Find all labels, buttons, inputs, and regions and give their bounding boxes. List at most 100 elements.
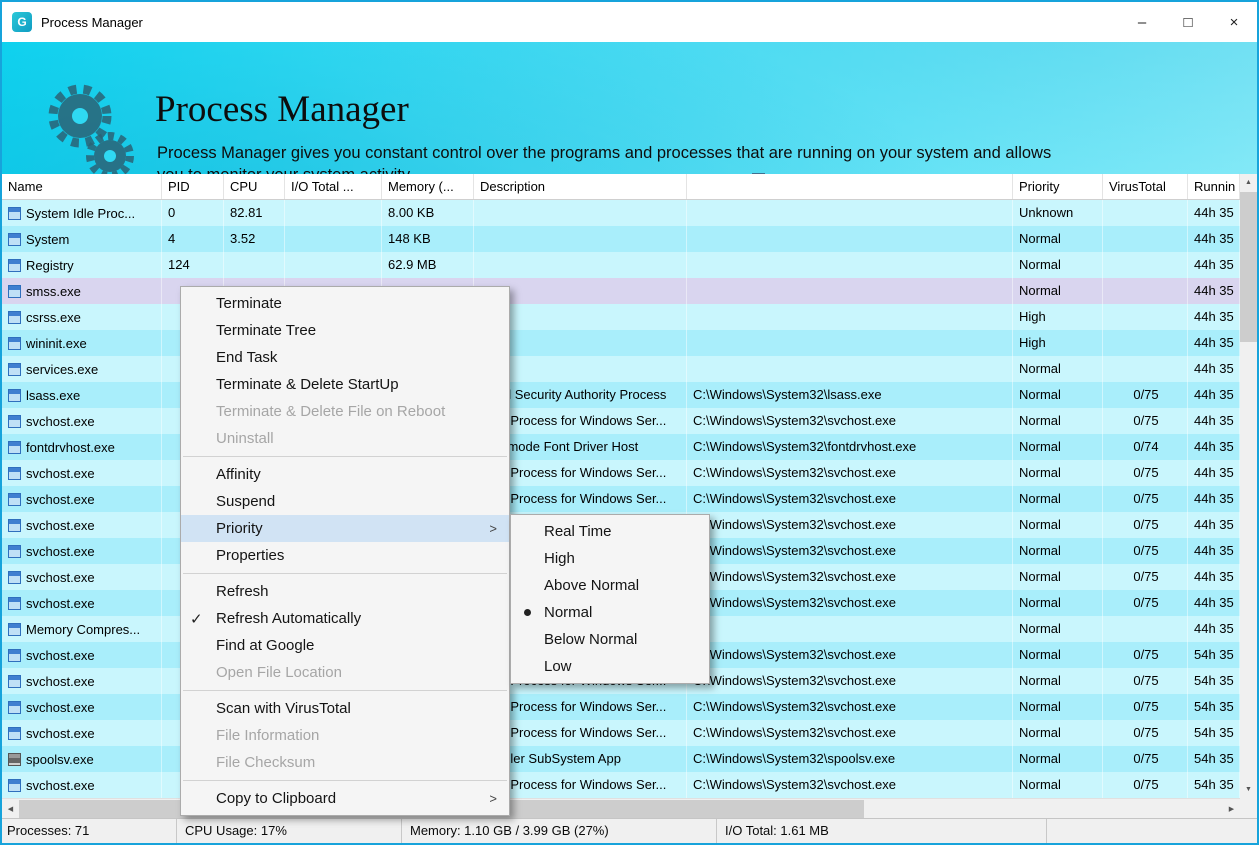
process-icon xyxy=(8,414,21,428)
process-icon xyxy=(8,726,21,740)
process-name: svchost.exe xyxy=(26,699,95,715)
column-header-description[interactable]: Description xyxy=(474,174,687,199)
running-cell: 44h 35 xyxy=(1188,460,1240,486)
io-cell xyxy=(285,200,382,226)
menu-item-copy-to-clipboard[interactable]: Copy to Clipboard > xyxy=(181,785,509,812)
priority-cell: Unknown xyxy=(1013,200,1103,226)
menu-item-terminate-delete-file-on-reboot: Terminate & Delete File on Reboot xyxy=(181,398,509,425)
priority-cell: High xyxy=(1013,304,1103,330)
scroll-down-icon[interactable]: ▼ xyxy=(1240,781,1257,798)
menu-item-label: Open File Location xyxy=(216,664,342,681)
virustotal-cell: 0/75 xyxy=(1103,720,1188,746)
name-cell: smss.exe xyxy=(2,278,162,304)
column-header-priority[interactable]: Priority xyxy=(1013,174,1103,199)
process-name: fontdrvhost.exe xyxy=(26,439,115,455)
column-header-memory[interactable]: Memory (... xyxy=(382,174,474,199)
process-name: System xyxy=(26,231,70,247)
menu-item-label: File Checksum xyxy=(216,754,316,771)
process-manager-window: G Process Manager – □ × Process Manager … xyxy=(0,0,1259,845)
path-cell xyxy=(687,330,1013,356)
process-name: lsass.exe xyxy=(26,387,81,403)
virustotal-cell: 0/75 xyxy=(1103,538,1188,564)
menu-item-priority[interactable]: Priority > xyxy=(181,515,509,542)
menu-item-low[interactable]: Low xyxy=(511,653,709,680)
menu-item-above-normal[interactable]: Above Normal xyxy=(511,572,709,599)
menu-item-affinity[interactable]: Affinity xyxy=(181,461,509,488)
menu-item-refresh[interactable]: Refresh xyxy=(181,578,509,605)
menu-item-label: Above Normal xyxy=(544,577,640,594)
banner-description: Process Manager gives you constant contr… xyxy=(157,142,1051,174)
description-cell xyxy=(474,252,687,278)
table-row[interactable]: System Idle Proc... 0 82.81 8.00 KB Unknown 4… xyxy=(2,200,1240,226)
vertical-scrollbar[interactable]: ▲ ▼ xyxy=(1240,174,1257,798)
menu-item-suspend[interactable]: Suspend xyxy=(181,488,509,515)
name-cell: svchost.exe xyxy=(2,772,162,798)
column-header-name[interactable]: Name xyxy=(2,174,162,199)
menu-item-high[interactable]: High xyxy=(511,545,709,572)
path-cell xyxy=(687,278,1013,304)
name-cell: fontdrvhost.exe xyxy=(2,434,162,460)
menu-item-terminate-delete-startup[interactable]: Terminate & Delete StartUp xyxy=(181,371,509,398)
process-table: Name PID CPU I/O Total ... Memory (... Descri… xyxy=(2,174,1257,818)
scroll-left-icon[interactable]: ◀ xyxy=(2,799,19,819)
name-cell: wininit.exe xyxy=(2,330,162,356)
name-cell: System Idle Proc... xyxy=(2,200,162,226)
column-header-path[interactable] xyxy=(687,174,1013,199)
process-icon xyxy=(8,518,21,532)
column-header-io[interactable]: I/O Total ... xyxy=(285,174,382,199)
path-cell: C:\Windows\System32\spoolsv.exe xyxy=(687,746,1013,772)
menu-item-properties[interactable]: Properties xyxy=(181,542,509,569)
scroll-right-icon[interactable]: ▶ xyxy=(1223,799,1240,819)
name-cell: Registry xyxy=(2,252,162,278)
banner-description-line1: Process Manager gives you constant contr… xyxy=(157,144,1052,162)
table-header: Name PID CPU I/O Total ... Memory (... Descri… xyxy=(2,174,1257,200)
running-cell: 44h 35 xyxy=(1188,226,1240,252)
path-cell: C:\Windows\System32\lsass.exe xyxy=(687,382,1013,408)
menu-item-label: Refresh Automatically xyxy=(216,610,362,627)
scroll-up-icon[interactable]: ▲ xyxy=(1240,174,1257,191)
column-header-pid[interactable]: PID xyxy=(162,174,224,199)
table-row[interactable]: System 4 3.52 148 KB Normal 44h 35 xyxy=(2,226,1240,252)
virustotal-cell xyxy=(1103,330,1188,356)
menu-item-refresh-automatically[interactable]: ✓ Refresh Automatically xyxy=(181,605,509,632)
running-cell: 54h 35 xyxy=(1188,668,1240,694)
column-header-virustotal[interactable]: VirusTotal xyxy=(1103,174,1188,199)
menu-item-terminate-tree[interactable]: Terminate Tree xyxy=(181,317,509,344)
menu-item-below-normal[interactable]: Below Normal xyxy=(511,626,709,653)
column-header-cpu[interactable]: CPU xyxy=(224,174,285,199)
cpu-cell: 3.52 xyxy=(224,226,285,252)
running-cell: 44h 35 xyxy=(1188,304,1240,330)
maximize-button[interactable]: □ xyxy=(1165,2,1211,42)
priority-cell: Normal xyxy=(1013,252,1103,278)
submenu-arrow-icon: > xyxy=(489,521,497,536)
path-cell xyxy=(687,200,1013,226)
menu-item-normal[interactable]: Normal xyxy=(511,599,709,626)
menu-item-find-at-google[interactable]: Find at Google xyxy=(181,632,509,659)
printer-icon xyxy=(8,752,21,766)
priority-cell: Normal xyxy=(1013,616,1103,642)
priority-cell: Normal xyxy=(1013,486,1103,512)
path-cell xyxy=(687,616,1013,642)
menu-item-label: Refresh xyxy=(216,583,269,600)
virustotal-cell: 0/75 xyxy=(1103,512,1188,538)
vertical-scrollbar-thumb[interactable] xyxy=(1240,192,1257,342)
path-cell: C:\Windows\System32\fontdrvhost.exe xyxy=(687,434,1013,460)
check-icon: ✓ xyxy=(190,610,203,628)
menu-item-real-time[interactable]: Real Time xyxy=(511,518,709,545)
menu-item-label: Low xyxy=(544,658,572,675)
status-memory: Memory: 1.10 GB / 3.99 GB (27%) xyxy=(402,819,717,843)
running-cell: 44h 35 xyxy=(1188,408,1240,434)
menu-item-scan-with-virustotal[interactable]: Scan with VirusTotal xyxy=(181,695,509,722)
column-header-running[interactable]: Runnin xyxy=(1188,174,1240,199)
menu-item-label: Normal xyxy=(544,604,593,621)
table-row[interactable]: Registry 124 62.9 MB Normal 44h 35 xyxy=(2,252,1240,278)
running-cell: 44h 35 xyxy=(1188,512,1240,538)
path-cell xyxy=(687,226,1013,252)
close-button[interactable]: × xyxy=(1211,2,1257,42)
menu-item-label: Real Time xyxy=(544,523,612,540)
menu-item-end-task[interactable]: End Task xyxy=(181,344,509,371)
minimize-button[interactable]: – xyxy=(1119,2,1165,42)
process-icon xyxy=(8,284,21,298)
menu-item-terminate[interactable]: Terminate xyxy=(181,290,509,317)
cpu-cell: 82.81 xyxy=(224,200,285,226)
